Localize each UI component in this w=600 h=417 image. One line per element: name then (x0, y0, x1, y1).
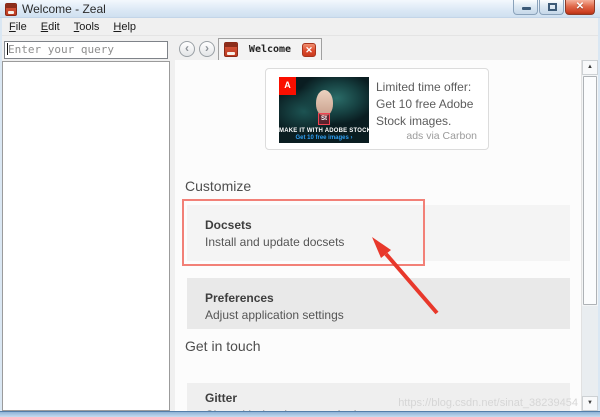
forward-button[interactable]: › (199, 41, 215, 57)
window-chrome: File Edit Tools Help ‹ › Welcome ✕ (0, 18, 600, 60)
scrollbar-track[interactable] (582, 306, 598, 396)
ad-copy-text: Limited time offer: Get 10 free Adobe St… (376, 80, 474, 128)
search-box (4, 40, 168, 59)
window-frame-bottom (0, 411, 600, 417)
tab-close-button[interactable]: ✕ (302, 42, 316, 57)
menu-edit[interactable]: Edit (34, 19, 67, 35)
scrollbar-thumb[interactable] (583, 76, 597, 305)
text-caret (7, 43, 8, 55)
zeal-window: Welcome - Zeal ✕ File Edit Tools Help ‹ … (0, 0, 600, 417)
carbon-ad-card[interactable]: A St MAKE IT WITH ADOBE STOCK. Get 10 fr… (265, 68, 489, 150)
preferences-title: Preferences (205, 291, 274, 305)
preferences-item[interactable]: Preferences Adjust application settings (187, 278, 570, 329)
welcome-page: A St MAKE IT WITH ADOBE STOCK. Get 10 fr… (175, 60, 598, 411)
maximize-icon (548, 3, 557, 11)
adobe-logo-icon: A (279, 77, 296, 95)
menu-file[interactable]: File (2, 19, 34, 35)
search-input[interactable] (4, 40, 168, 59)
csdn-watermark: https://blog.csdn.net/sinat_38239454 (398, 397, 578, 409)
title-bar: Welcome - Zeal ✕ (0, 0, 600, 18)
close-button[interactable]: ✕ (565, 0, 595, 15)
window-title: Welcome - Zeal (22, 2, 106, 16)
get-in-touch-heading: Get in touch (185, 338, 261, 354)
minimize-button[interactable] (513, 0, 538, 15)
docset-list-panel[interactable] (2, 61, 170, 411)
ad-headline: MAKE IT WITH ADOBE STOCK. (279, 128, 369, 134)
tab-welcome[interactable]: Welcome ✕ (218, 38, 322, 60)
menu-bar: File Edit Tools Help (0, 18, 600, 36)
ad-banner-image[interactable]: A St MAKE IT WITH ADOBE STOCK. Get 10 fr… (279, 77, 369, 143)
vertical-scrollbar[interactable]: ▲ ▼ (581, 60, 598, 411)
window-controls: ✕ (513, 0, 595, 15)
adobe-stock-badge: St (318, 113, 330, 125)
close-icon: ✕ (575, 1, 585, 12)
scroll-down-button[interactable]: ▼ (582, 396, 598, 411)
window-frame-left (0, 18, 2, 417)
docsets-item[interactable]: Docsets Install and update docsets (187, 205, 570, 261)
ads-via-carbon-link[interactable]: ads via Carbon (406, 130, 477, 142)
menu-help[interactable]: Help (106, 19, 143, 35)
zeal-tab-icon (224, 42, 238, 57)
tab-label: Welcome (248, 44, 292, 55)
menu-tools[interactable]: Tools (67, 19, 107, 35)
preferences-subtitle: Adjust application settings (205, 308, 344, 322)
scroll-up-button[interactable]: ▲ (582, 60, 598, 75)
docsets-subtitle: Install and update docsets (205, 235, 345, 249)
ad-cta-link[interactable]: Get 10 free images › (279, 135, 369, 141)
customize-heading: Customize (185, 178, 252, 194)
minimize-icon (522, 7, 531, 10)
docsets-title: Docsets (205, 218, 252, 232)
maximize-button[interactable] (539, 0, 564, 15)
zeal-app-icon (5, 3, 17, 16)
back-button[interactable]: ‹ (179, 41, 195, 57)
